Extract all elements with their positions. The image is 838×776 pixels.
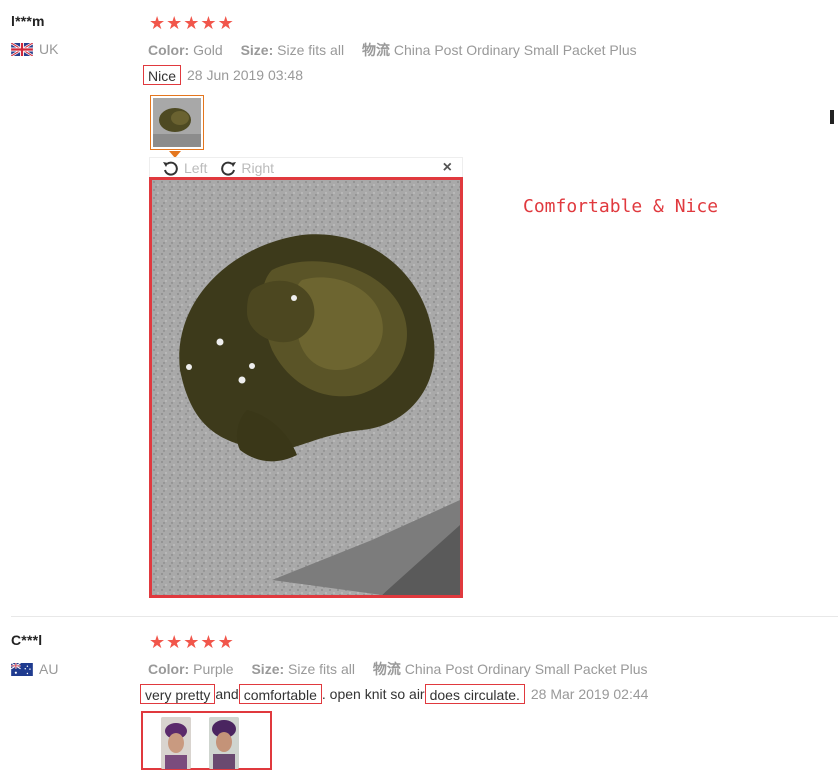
- rotate-left-button[interactable]: Left: [162, 160, 207, 176]
- comment-highlight-circulate: does circulate.: [424, 684, 525, 704]
- comment-highlight-comfortable: comfortable: [238, 684, 322, 704]
- star-icon: ★: [149, 632, 166, 652]
- annotation-caption: Comfortable & Nice: [523, 196, 719, 217]
- comment-text-and: and: [215, 686, 239, 702]
- order-meta: Color: Purple Size: Size fits all 物流 Chi…: [148, 659, 648, 679]
- review-comment: Nice 28 Jun 2019 03:48: [143, 65, 303, 85]
- order-meta: Color: Gold Size: Size fits all 物流 China…: [148, 40, 637, 60]
- star-icon: ★: [217, 13, 234, 33]
- color-label: Color:: [148, 42, 190, 58]
- rotate-left-label: Left: [184, 160, 208, 176]
- photo-thumbnail-image: [153, 98, 201, 147]
- size-value: Size fits all: [277, 42, 345, 58]
- review-photo-thumbnail[interactable]: [161, 717, 191, 769]
- review-comment: very pretty and comfortable. open knit so…: [140, 684, 648, 704]
- color-value: Gold: [193, 42, 223, 58]
- hat-photo-image: [152, 180, 460, 595]
- reviewer-name: C***l: [11, 632, 43, 648]
- country-code: AU: [39, 661, 59, 677]
- star-icon: ★: [200, 632, 217, 652]
- star-rating: ★ ★ ★ ★ ★: [149, 633, 234, 651]
- star-icon: ★: [166, 632, 183, 652]
- review-photo-thumbnail[interactable]: [209, 717, 239, 769]
- review-divider: [11, 616, 838, 617]
- close-icon[interactable]: ×: [443, 159, 452, 177]
- rotate-right-label: Right: [241, 160, 275, 176]
- star-icon: ★: [183, 13, 200, 33]
- comment-text: Nice: [143, 65, 182, 85]
- shipping-label: 物流: [361, 42, 390, 58]
- rotate-right-icon: [221, 161, 237, 176]
- color-label: Color:: [148, 661, 190, 677]
- star-icon: ★: [200, 13, 217, 33]
- edge-marker: [830, 110, 834, 124]
- star-rating: ★ ★ ★ ★ ★: [149, 14, 234, 32]
- star-icon: ★: [149, 13, 166, 33]
- size-value: Size fits all: [288, 661, 355, 677]
- review-date: 28 Mar 2019 02:44: [530, 686, 649, 702]
- photo-thumbnail-image: [209, 717, 239, 769]
- shipping-label: 物流: [372, 661, 401, 677]
- uk-flag-icon: [11, 42, 33, 56]
- comment-text-open-knit: . open knit so air: [321, 686, 425, 702]
- reviewer-country: AU: [11, 661, 58, 677]
- star-icon: ★: [217, 632, 234, 652]
- reviewer-name: l***m: [11, 13, 45, 29]
- rotate-left-icon: [163, 161, 178, 176]
- review-photo-thumbnails: [141, 711, 272, 770]
- photo-viewer-toolbar: Left Right ×: [149, 157, 463, 179]
- photo-thumbnail-image: [161, 717, 191, 769]
- review-photo-thumbnail[interactable]: [150, 95, 204, 150]
- reviewer-country: UK: [11, 41, 58, 57]
- au-flag-icon: [11, 662, 33, 676]
- comment-highlight-pretty: very pretty: [140, 684, 216, 704]
- size-label: Size:: [251, 661, 285, 677]
- star-icon: ★: [183, 632, 200, 652]
- country-code: UK: [39, 41, 59, 57]
- review-date: 28 Jun 2019 03:48: [187, 67, 304, 83]
- shipping-value: China Post Ordinary Small Packet Plus: [404, 661, 648, 677]
- review-photo-large: [149, 177, 463, 598]
- color-value: Purple: [193, 661, 234, 677]
- size-label: Size:: [240, 42, 274, 58]
- shipping-value: China Post Ordinary Small Packet Plus: [393, 42, 637, 58]
- star-icon: ★: [166, 13, 183, 33]
- rotate-right-button[interactable]: Right: [219, 160, 274, 176]
